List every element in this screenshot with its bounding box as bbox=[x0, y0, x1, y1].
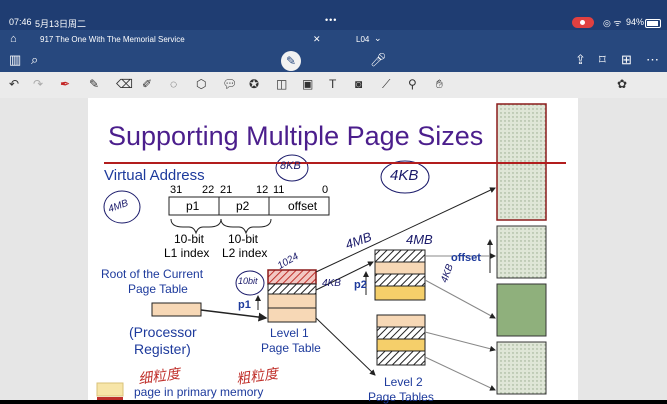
bit-0: 0 bbox=[322, 184, 329, 196]
virtual-address-label: Virtual Address bbox=[104, 167, 205, 184]
page-frame-4 bbox=[496, 341, 547, 395]
l2-to-page-arrow-4 bbox=[424, 356, 496, 391]
field-p1: p1 bbox=[186, 199, 200, 213]
root-label-1: Root of the Current bbox=[101, 267, 204, 281]
l2b-entry-1 bbox=[376, 314, 426, 328]
offset-pointer-label: offset bbox=[451, 252, 481, 264]
field-offset: offset bbox=[288, 199, 318, 213]
processor-label-2: Register) bbox=[134, 341, 191, 357]
field-p2: p2 bbox=[236, 199, 250, 213]
page-frame-2 bbox=[496, 225, 547, 279]
root-label-2: Page Table bbox=[128, 282, 188, 296]
title-divider bbox=[104, 162, 566, 164]
l1-entry-hatched bbox=[267, 269, 317, 285]
p2-pointer-label: p2 bbox=[354, 279, 367, 291]
l1-entry-2 bbox=[267, 283, 317, 295]
level2-label-1: Level 2 bbox=[384, 375, 423, 389]
l2-to-page-arrow-3 bbox=[424, 331, 496, 352]
l1-to-l2b-arrow bbox=[315, 317, 376, 376]
ink-4kb-small: 4KB bbox=[322, 278, 341, 289]
l2-entry-3 bbox=[374, 273, 426, 287]
bit-22: 22 bbox=[202, 184, 215, 196]
slide-graphics bbox=[96, 103, 547, 400]
l1-brace bbox=[170, 218, 222, 235]
legend-swatch bbox=[96, 382, 124, 397]
l2-brace bbox=[220, 218, 272, 235]
l2-entry-2 bbox=[374, 261, 426, 275]
level2-label-2: Page Tables bbox=[368, 390, 434, 404]
processor-label-1: (Processor bbox=[129, 324, 197, 340]
l2-entry-1 bbox=[374, 249, 426, 263]
level1-label-2: Page Table bbox=[261, 341, 321, 355]
l2-bits-label: 10-bit bbox=[228, 232, 259, 246]
bit-21: 21 bbox=[220, 184, 233, 196]
l1-entry-3 bbox=[267, 293, 317, 309]
slide-title: Supporting Multiple Page Sizes bbox=[108, 121, 484, 151]
bit-31: 31 bbox=[170, 184, 183, 196]
l1-bits-label: 10-bit bbox=[174, 232, 205, 246]
l2-to-page-arrow-2 bbox=[424, 279, 496, 319]
l2b-entry-3 bbox=[376, 338, 426, 352]
register-box bbox=[151, 302, 202, 317]
l2-index-label: L2 index bbox=[222, 246, 268, 260]
level1-label-1: Level 1 bbox=[270, 326, 309, 340]
ink-10bit: 10bit bbox=[238, 276, 258, 286]
l1-entry-4 bbox=[267, 307, 317, 323]
bit-11: 11 bbox=[273, 184, 285, 196]
bit-12: 12 bbox=[256, 184, 269, 196]
l2b-entry-2 bbox=[376, 326, 426, 340]
ink-4kb: 4KB bbox=[390, 167, 419, 184]
ink-8kb: 8KB bbox=[280, 160, 301, 172]
ink-4mb-2: 4MB bbox=[406, 232, 433, 247]
p1-pointer-label: p1 bbox=[238, 299, 251, 311]
page-frame-3 bbox=[496, 283, 547, 337]
l2-entry-4 bbox=[374, 285, 426, 301]
l1-index-label: L1 index bbox=[164, 246, 210, 260]
l2b-entry-4 bbox=[376, 350, 426, 366]
register-arrow bbox=[200, 309, 268, 322]
